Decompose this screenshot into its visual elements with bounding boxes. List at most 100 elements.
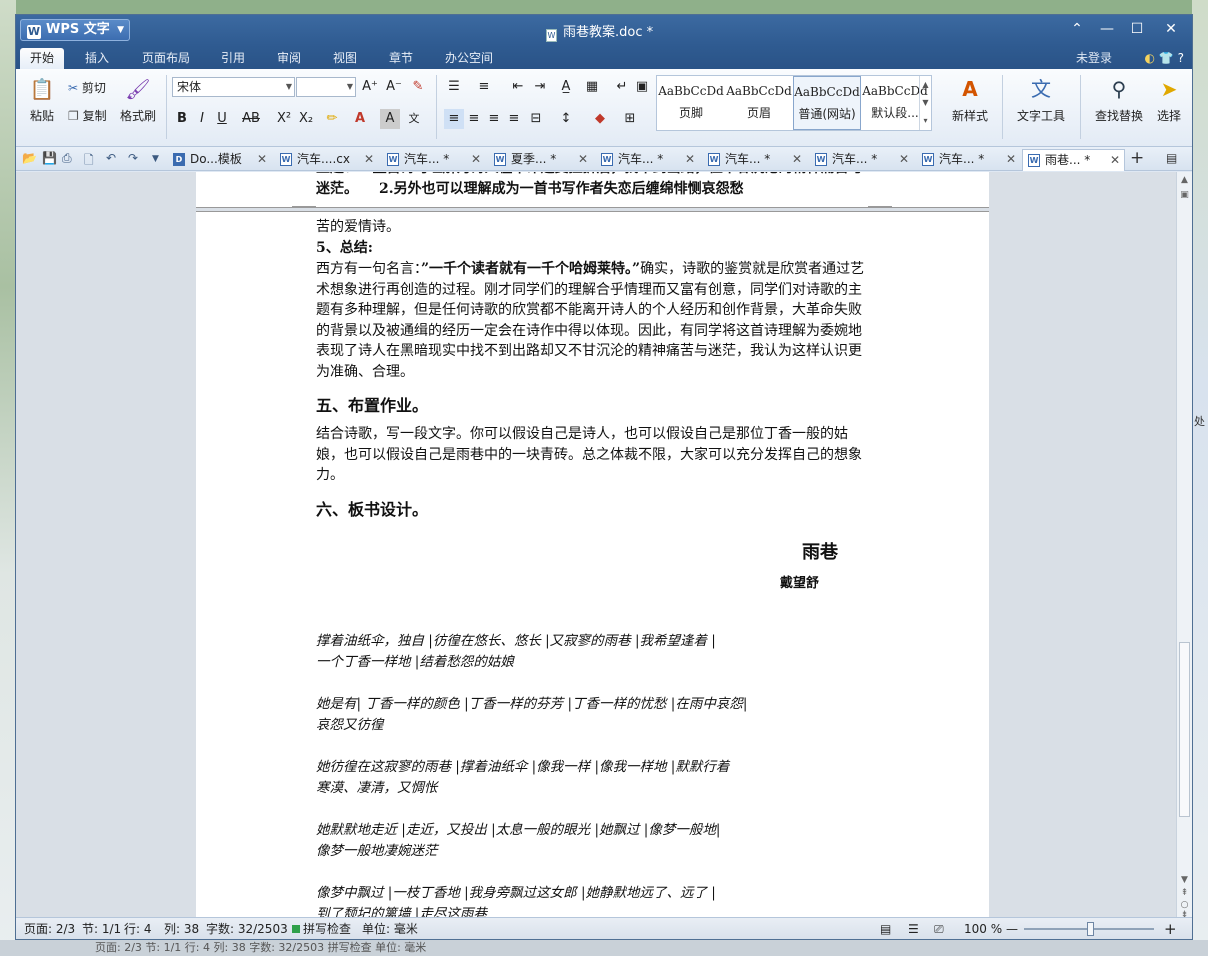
document-canvas[interactable]: 主题：1.整首诗可理解为诗人在革命遭受挫折后，找不到出路，但不甘沉沦的精神痛苦与… [16, 172, 1176, 917]
close-icon[interactable]: ✕ [685, 149, 695, 169]
tab-item[interactable]: W 汽车... * ✕ [703, 149, 806, 171]
style-gallery-scroll[interactable]: ▲ ▼ ▾ [919, 76, 931, 130]
close-icon[interactable]: ✕ [899, 149, 909, 169]
shrink-font-button[interactable]: A⁻ [384, 77, 404, 97]
tab-office-space[interactable]: 办公空间 [435, 48, 503, 69]
app-menu-button[interactable]: W WPS 文字 ▼ [20, 19, 130, 41]
scrollbar-thumb[interactable] [1179, 642, 1190, 817]
style-normal-web[interactable]: AaBbCcDd 普通(网站) [793, 76, 861, 130]
ruler-toggle-icon[interactable]: ▣ [1177, 190, 1192, 200]
scroll-up-icon[interactable]: ▲ [1177, 175, 1192, 185]
paragraph-theme[interactable]: 主题：1.整首诗可理解为诗人在革命遭受挫折后，找不到出路，但不甘沉沦的精神痛苦与… [316, 172, 871, 199]
zoom-slider-thumb[interactable] [1087, 922, 1094, 936]
scroll-down-icon[interactable]: ▼ [1177, 875, 1192, 885]
page-view-icon[interactable]: ▤ [880, 918, 891, 939]
superscript-button[interactable]: X² [274, 109, 294, 129]
char-shading-icon[interactable]: A [380, 109, 400, 129]
tab-references[interactable]: 引用 [211, 48, 255, 69]
close-button[interactable]: ✕ [1156, 19, 1186, 39]
increase-indent-icon[interactable]: ⇥ [530, 77, 550, 97]
tab-item[interactable]: W 汽车... * ✕ [382, 149, 485, 171]
tab-item-active[interactable]: W 雨巷... * ✕ [1022, 149, 1125, 171]
highlight-icon[interactable]: ✏ [322, 109, 342, 129]
zoom-out-button[interactable]: — [1006, 918, 1018, 939]
prev-page-icon[interactable]: ⇞ [1177, 888, 1192, 898]
vertical-scrollbar[interactable]: ▲ ▣ ▼ ⇞ ○ ⇟ [1176, 172, 1192, 920]
italic-button[interactable]: I [192, 109, 212, 129]
print-preview-icon[interactable]: 🗋 [84, 151, 94, 172]
text-tools-button[interactable]: 文 文字工具 [1010, 75, 1072, 124]
phonetic-guide-icon[interactable]: 文 [404, 109, 424, 129]
line-spacing-icon[interactable]: ↕ [556, 109, 576, 129]
new-style-button[interactable]: A 新样式 [942, 75, 998, 124]
tab-list-icon[interactable]: ▤ [1166, 151, 1177, 165]
select-button[interactable]: ➤ 选择 [1154, 75, 1184, 124]
subscript-button[interactable]: X₂ [296, 109, 316, 129]
skin-icon[interactable]: ◐ [1145, 51, 1155, 65]
grow-font-button[interactable]: A⁺ [360, 77, 380, 97]
find-replace-button[interactable]: ⚲ 查找替换 [1088, 75, 1150, 124]
save-icon[interactable]: 💾 [42, 151, 57, 165]
close-icon[interactable]: ✕ [792, 149, 802, 169]
clear-format-icon[interactable]: ✎ [408, 77, 428, 97]
redo-icon[interactable]: ↷ [128, 151, 138, 165]
zoom-in-button[interactable]: + [1164, 918, 1177, 939]
tab-insert[interactable]: 插入 [75, 48, 119, 69]
bullet-list-icon[interactable]: ☰ [444, 77, 464, 97]
open-folder-icon[interactable]: 📂 [22, 151, 37, 165]
tab-review[interactable]: 审阅 [267, 48, 311, 69]
spell-check-status[interactable]: 拼写检查 [292, 918, 351, 939]
copy-button[interactable]: ❐ 复制 [68, 107, 107, 124]
homework-paragraph[interactable]: 结合诗歌，写一段文字。你可以假设自己是诗人，也可以假设自己是那位丁香一般的姑娘，… [316, 424, 871, 486]
style-header[interactable]: AaBbCcDd 页眉 [725, 76, 793, 130]
tab-item[interactable]: D Do...模板 ✕ [168, 149, 271, 171]
underline-button[interactable]: U [212, 109, 232, 129]
text-direction-icon[interactable]: A̲ [556, 77, 576, 97]
login-status[interactable]: 未登录 [1076, 48, 1112, 68]
shirt-icon[interactable]: 👕 [1159, 51, 1174, 65]
status-unit[interactable]: 单位: 毫米 [362, 918, 418, 939]
shading-icon[interactable]: ◆ [590, 109, 610, 129]
table-icon[interactable]: ▦ [582, 77, 602, 97]
tab-item[interactable]: W 汽车... * ✕ [810, 149, 913, 171]
new-tab-icon[interactable]: + [1130, 148, 1144, 168]
align-right-icon[interactable]: ≡ [484, 109, 504, 129]
undo-icon[interactable]: ↶ [106, 151, 116, 165]
zoom-level[interactable]: 100 % [964, 918, 1002, 939]
close-icon[interactable]: ✕ [1110, 150, 1120, 170]
close-icon[interactable]: ✕ [364, 149, 374, 169]
summary-paragraph[interactable]: 西方有一句名言：”一千个读者就有一千个哈姆莱特。”确实，诗歌的鉴赏就是欣赏者通过… [316, 259, 876, 383]
tab-item[interactable]: W 汽车... * ✕ [596, 149, 699, 171]
status-page[interactable]: 页面: 2/3 [24, 918, 75, 939]
paragraph-continuation[interactable]: 苦的爱情诗。 [316, 217, 871, 238]
help-icon[interactable]: ? [1178, 51, 1184, 65]
tab-chapter[interactable]: 章节 [379, 48, 423, 69]
print-icon[interactable]: ⎙ [62, 151, 72, 166]
strikethrough-button[interactable]: AB [238, 109, 264, 129]
align-center-icon[interactable]: ≡ [464, 109, 484, 129]
select-browse-icon[interactable]: ○ [1177, 900, 1192, 910]
maximize-button[interactable]: ☐ [1122, 19, 1152, 39]
tab-item[interactable]: W 夏季... * ✕ [489, 149, 592, 171]
font-color-icon[interactable]: A [350, 109, 370, 129]
quick-access-more-icon[interactable]: ▼ [152, 154, 159, 164]
poem-body[interactable]: 撑着油纸伞，独自 |彷徨在悠长、悠长 |又寂寥的雨巷 |我希望逢着 | 一个丁香一… [316, 631, 876, 917]
text-box-icon[interactable]: ▣ [632, 77, 652, 97]
close-icon[interactable]: ✕ [578, 149, 588, 169]
bold-button[interactable]: B [172, 109, 192, 129]
tab-home[interactable]: 开始 [20, 48, 65, 69]
ribbon-collapse-button[interactable]: ⌃ [1062, 19, 1092, 39]
tab-item[interactable]: W 汽车....cx ✕ [275, 149, 378, 171]
outline-view-icon[interactable]: ☰ [908, 918, 919, 939]
paste-button[interactable]: 📋 粘贴 [22, 75, 62, 124]
style-footer[interactable]: AaBbCcDd 页脚 [657, 76, 725, 130]
homework-heading[interactable]: 五、布置作业。 [316, 392, 428, 416]
minimize-button[interactable]: — [1092, 19, 1122, 39]
align-left-icon[interactable]: ≡ [444, 109, 464, 129]
borders-icon[interactable]: ⊞ [620, 109, 640, 129]
poem-title[interactable]: 雨巷 [802, 538, 838, 564]
tab-view[interactable]: 视图 [323, 48, 367, 69]
board-design-heading[interactable]: 六、板书设计。 [316, 496, 428, 520]
decrease-indent-icon[interactable]: ⇤ [508, 77, 528, 97]
format-painter-button[interactable]: 🖌 格式刷 [118, 75, 158, 124]
